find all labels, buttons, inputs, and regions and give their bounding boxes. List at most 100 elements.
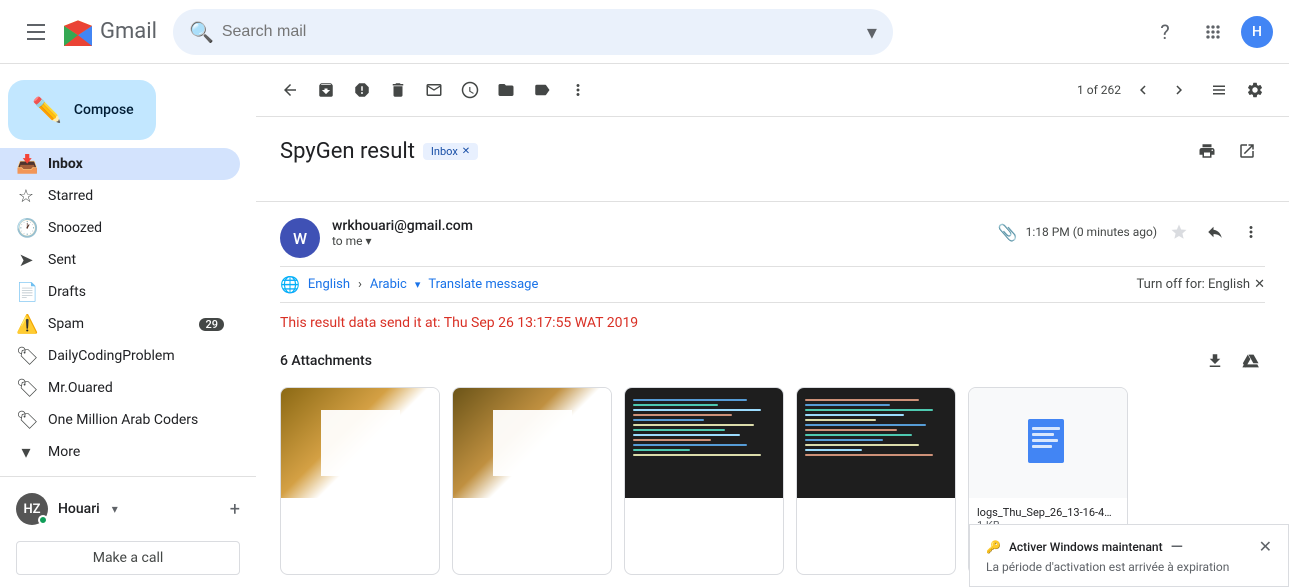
- apps-button[interactable]: [1193, 12, 1233, 52]
- search-bar: 🔍 ▾: [173, 9, 893, 55]
- hamburger-icon: [27, 24, 45, 40]
- apps-icon: [1203, 22, 1223, 42]
- compose-plus-icon: ✏️: [32, 96, 62, 124]
- next-page-button[interactable]: [1165, 76, 1193, 104]
- account-dropdown-icon[interactable]: ▾: [112, 502, 118, 516]
- download-all-button[interactable]: [1201, 347, 1229, 375]
- attachment-thumb-3: [625, 388, 783, 498]
- inbox-tag-label: Inbox: [431, 145, 458, 158]
- sidebar: ✏️ Compose 📥 Inbox ☆ Starred 🕐 Snoozed ➤…: [0, 64, 256, 587]
- help-button[interactable]: ?: [1145, 12, 1185, 52]
- make-call-label: Make a call: [93, 550, 164, 566]
- search-input[interactable]: [222, 23, 867, 41]
- pagination-text: 1 of 262: [1077, 83, 1121, 97]
- send-icon: ➤: [16, 250, 36, 271]
- sidebar-item-inbox[interactable]: 📥 Inbox: [0, 148, 240, 180]
- print-button[interactable]: [1189, 133, 1225, 169]
- sidebar-footer: HZ Houari ▾ + Make a call: [0, 476, 256, 575]
- sidebar-item-more[interactable]: ▾ More: [0, 436, 240, 468]
- clock-icon: 🕐: [16, 218, 36, 239]
- top-bar-right: ? H: [1145, 12, 1273, 52]
- subject-row: SpyGen result Inbox ✕: [280, 133, 1265, 169]
- user-avatar: HZ: [16, 493, 48, 525]
- sender-avatar: W: [280, 218, 320, 258]
- attachments-actions: [1201, 347, 1265, 375]
- inbox-icon: 📥: [16, 154, 36, 175]
- sidebar-item-dailycoding[interactable]: 🏷 DailyCodingProblem: [0, 340, 240, 372]
- reply-button[interactable]: [1201, 218, 1229, 246]
- pagination: 1 of 262: [1077, 76, 1193, 104]
- win-notice-header: 🔑 Activer Windows maintenant — ✕: [986, 537, 1272, 556]
- translate-to-lang[interactable]: Arabic: [370, 277, 407, 292]
- win-notice-minimize-button[interactable]: —: [1171, 537, 1183, 556]
- sidebar-label-onemillion: One Million Arab Coders: [48, 412, 224, 428]
- more-email-button[interactable]: [1237, 218, 1265, 246]
- attachment-thumb-4: [797, 388, 955, 498]
- label-icon-1: 🏷: [16, 346, 36, 367]
- drafts-icon: 📄: [16, 282, 36, 303]
- inbox-tag-close[interactable]: ✕: [462, 146, 470, 157]
- account-avatar[interactable]: H: [1241, 16, 1273, 48]
- sidebar-item-drafts[interactable]: 📄 Drafts: [0, 276, 240, 308]
- main-area: ✏️ Compose 📥 Inbox ☆ Starred 🕐 Snoozed ➤…: [0, 64, 1289, 587]
- attachment-screenshot-2[interactable]: [796, 387, 956, 575]
- account-row: HZ Houari ▾ +: [0, 485, 256, 533]
- inbox-tag[interactable]: Inbox ✕: [423, 143, 478, 160]
- view-options-button[interactable]: [1201, 72, 1237, 108]
- sidebar-item-onemillion[interactable]: 🏷 One Million Arab Coders: [0, 404, 240, 436]
- open-new-window-button[interactable]: [1229, 133, 1265, 169]
- sidebar-label-dailycoding: DailyCodingProblem: [48, 348, 224, 364]
- prev-page-button[interactable]: [1129, 76, 1157, 104]
- snooze-button[interactable]: [452, 72, 488, 108]
- sender-email: wrkhouari@gmail.com: [332, 218, 998, 234]
- mark-unread-button[interactable]: [416, 72, 452, 108]
- report-spam-button[interactable]: [344, 72, 380, 108]
- archive-button[interactable]: [308, 72, 344, 108]
- sidebar-item-sent[interactable]: ➤ Sent: [0, 244, 240, 276]
- search-dropdown-icon[interactable]: ▾: [867, 20, 877, 44]
- back-button[interactable]: [272, 72, 308, 108]
- more-chevron-icon: ▾: [16, 442, 36, 463]
- more-actions-button[interactable]: [560, 72, 596, 108]
- compose-label: Compose: [74, 102, 134, 118]
- win-notice-close-button[interactable]: ✕: [1259, 537, 1272, 556]
- win-key-icon: 🔑: [986, 540, 1001, 554]
- online-indicator: [38, 515, 48, 525]
- attachments-header: 6 Attachments: [280, 347, 1265, 375]
- to-dropdown-icon[interactable]: ▾: [366, 234, 372, 248]
- translate-from-lang[interactable]: English: [308, 277, 350, 292]
- compose-button[interactable]: ✏️ Compose: [8, 80, 156, 140]
- sidebar-label-mrouared: Mr.Ouared: [48, 380, 224, 396]
- translate-message-link[interactable]: Translate message: [428, 277, 538, 292]
- email-area: 1 of 262 SpyGen result: [256, 64, 1289, 587]
- settings-button[interactable]: [1237, 72, 1273, 108]
- delete-button[interactable]: [380, 72, 416, 108]
- translate-dropdown-icon[interactable]: ▾: [415, 278, 421, 291]
- doc-name-1: logs_Thu_Sep_26_13-16-45_WAT_2019.txt: [977, 506, 1117, 519]
- attachment-screenshot-1[interactable]: [624, 387, 784, 575]
- attachment-photo-1[interactable]: [280, 387, 440, 575]
- hamburger-menu[interactable]: [16, 12, 56, 52]
- sidebar-item-mrouared[interactable]: 🏷 Mr.Ouared: [0, 372, 240, 404]
- save-to-drive-button[interactable]: [1237, 347, 1265, 375]
- attachment-thumb-1: [281, 388, 439, 498]
- sidebar-item-snoozed[interactable]: 🕐 Snoozed: [0, 212, 240, 244]
- translate-icon: 🌐: [280, 275, 300, 294]
- make-call-button[interactable]: Make a call: [16, 541, 240, 575]
- translate-arrow: ›: [358, 277, 362, 292]
- label-button[interactable]: [524, 72, 560, 108]
- doc-thumb-1: [969, 388, 1127, 498]
- star-button[interactable]: [1165, 218, 1193, 246]
- email-header-actions: [1189, 133, 1265, 169]
- move-button[interactable]: [488, 72, 524, 108]
- sidebar-item-starred[interactable]: ☆ Starred: [0, 180, 240, 212]
- gmail-text: Gmail: [100, 19, 157, 44]
- sidebar-label-snoozed: Snoozed: [48, 220, 224, 236]
- email-meta-right: 📎 1:18 PM (0 minutes ago): [998, 218, 1265, 246]
- turn-off-translate-button[interactable]: Turn off for: English ✕: [1137, 277, 1266, 292]
- top-bar: Gmail 🔍 ▾ ? H: [0, 0, 1289, 64]
- attachment-photo-2[interactable]: [452, 387, 612, 575]
- sidebar-item-spam[interactable]: ⚠️ Spam 29: [0, 308, 240, 340]
- add-account-icon[interactable]: +: [230, 499, 240, 520]
- attachment-thumb-2: [453, 388, 611, 498]
